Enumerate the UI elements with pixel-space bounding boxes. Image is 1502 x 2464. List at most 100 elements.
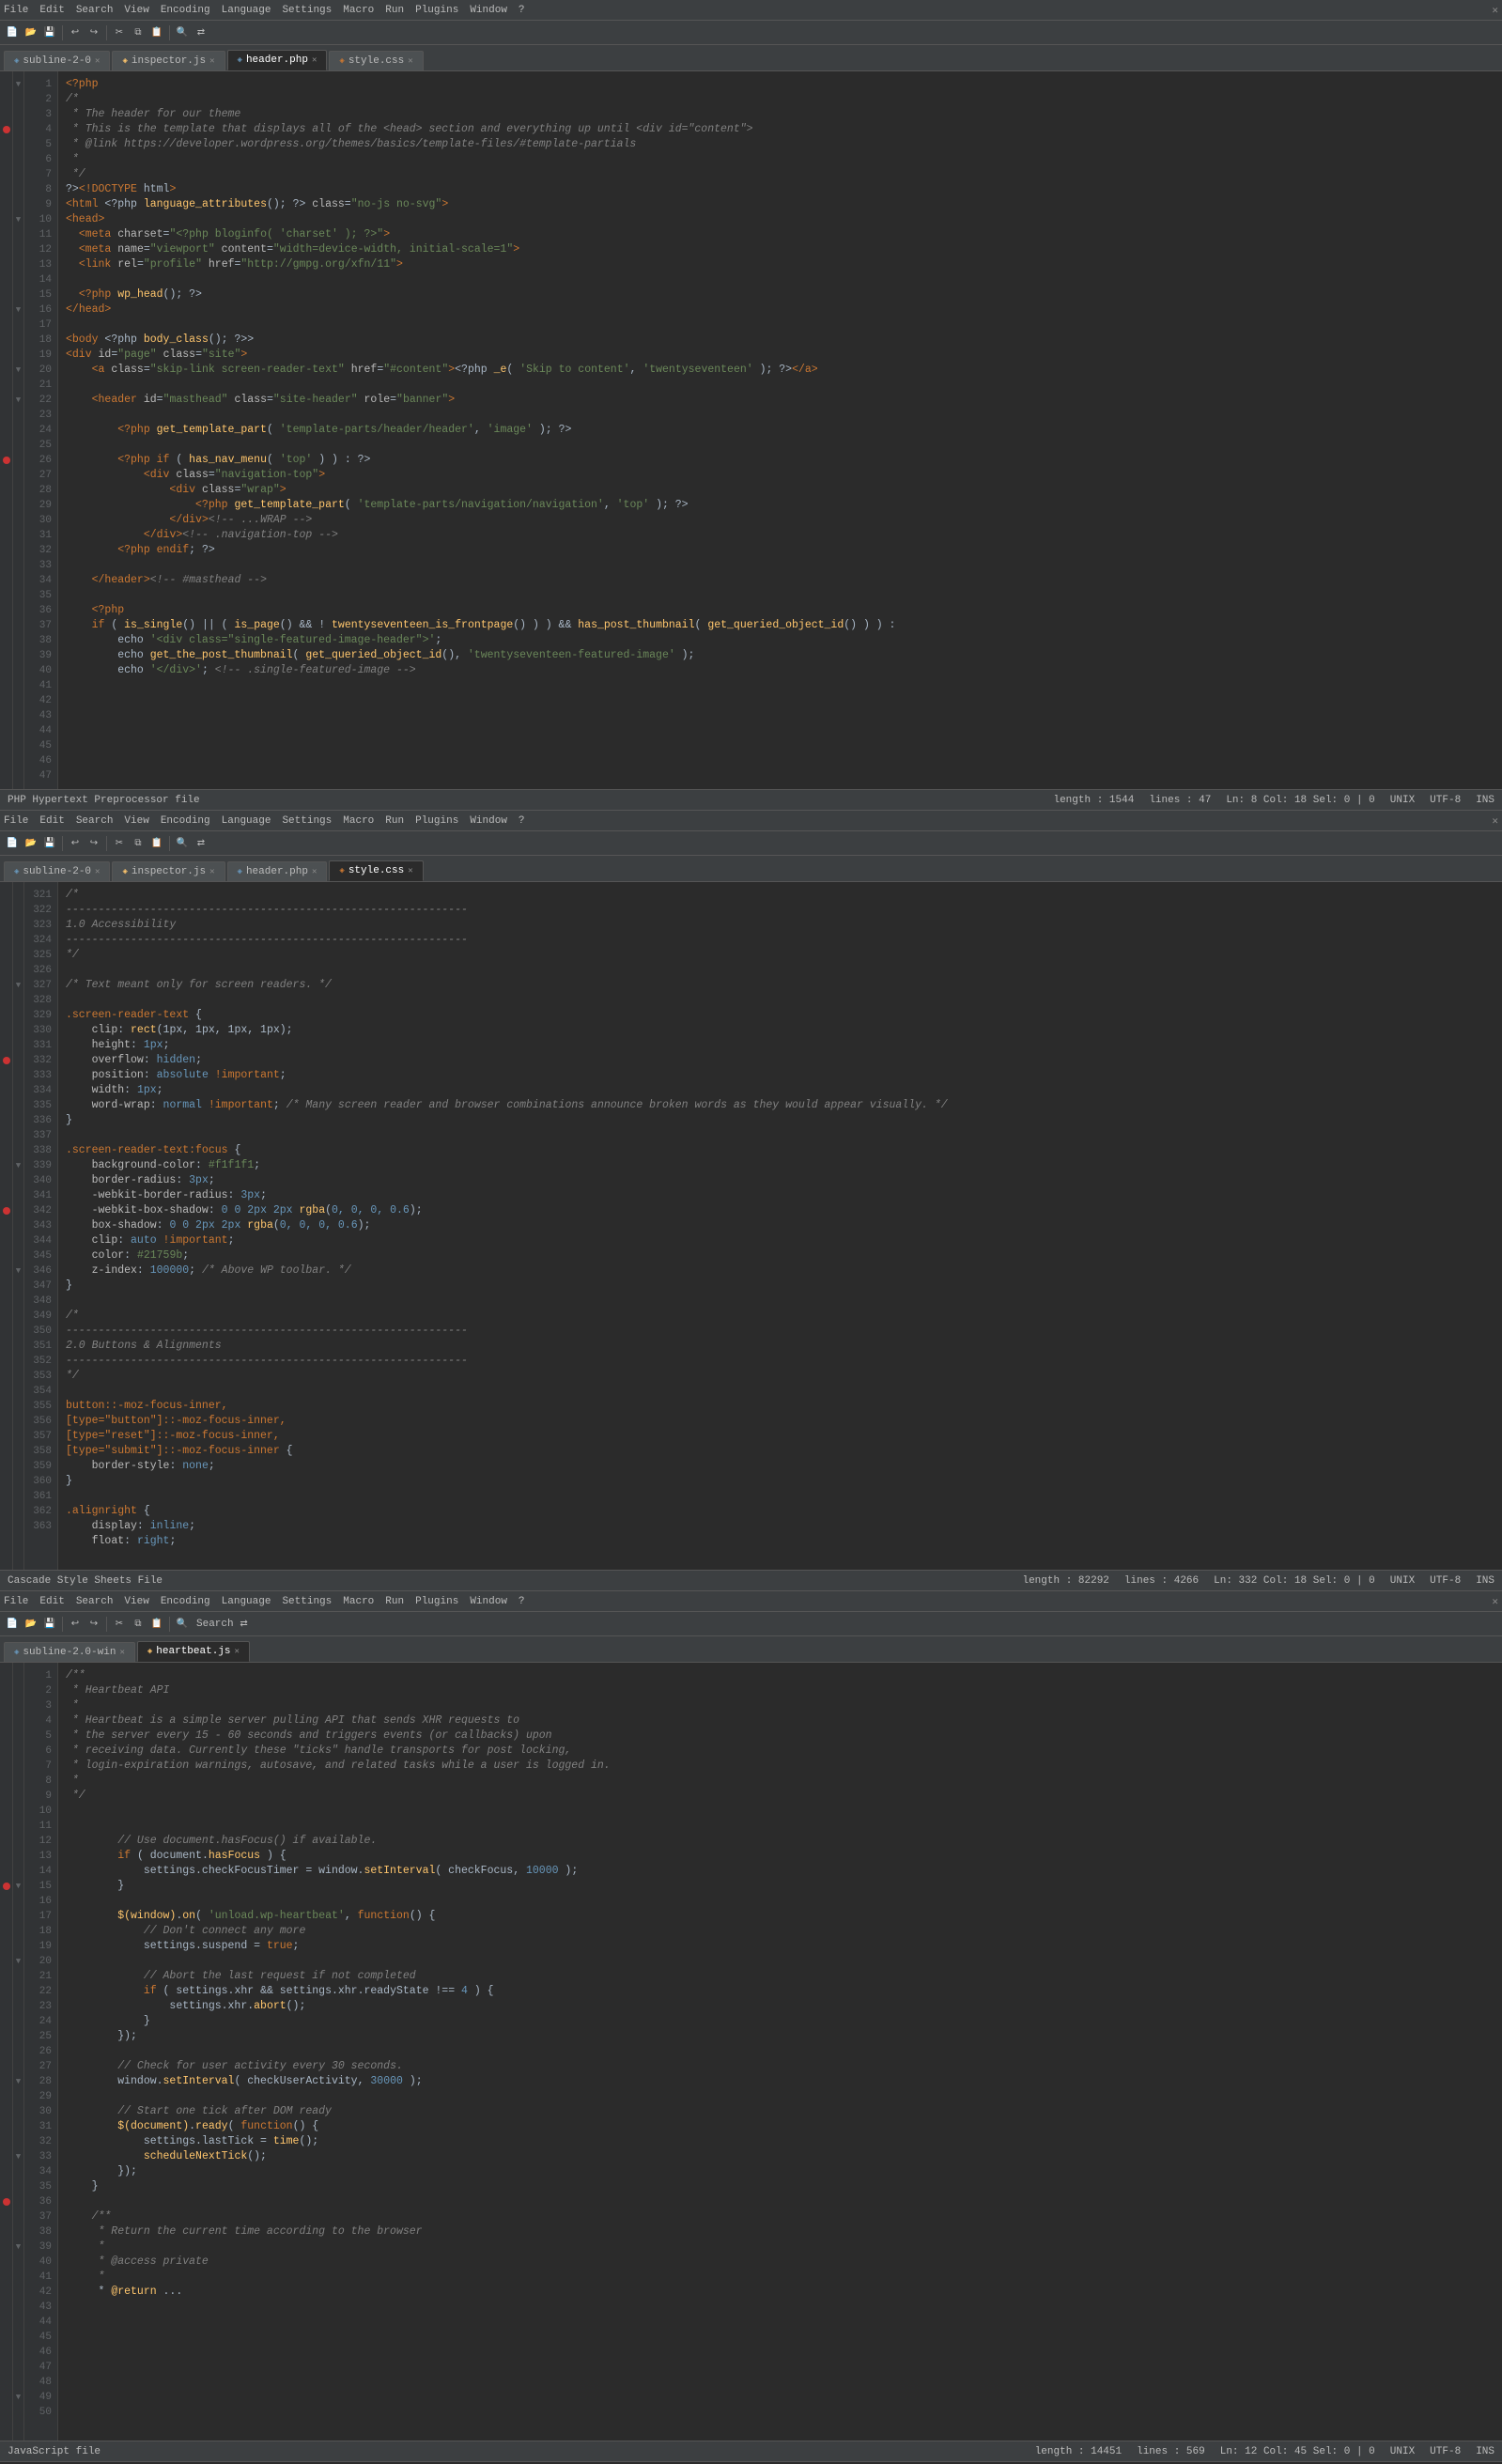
close-panel-1[interactable]: ✕ bbox=[1492, 4, 1498, 17]
menu-view-2[interactable]: View bbox=[124, 815, 148, 827]
encoding-2[interactable]: UTF-8 bbox=[1430, 1575, 1461, 1587]
replace-btn-3[interactable]: ⇄ bbox=[236, 1616, 253, 1633]
menu-plugins-1[interactable]: Plugins bbox=[415, 5, 458, 16]
tab-close-style-2[interactable]: ✕ bbox=[408, 866, 412, 876]
paste-btn-1[interactable]: 📋 bbox=[148, 24, 165, 41]
status-right-3: length : 14451 lines : 569 Ln: 12 Col: 4… bbox=[1035, 2446, 1494, 2457]
undo-btn-1[interactable]: ↩ bbox=[67, 24, 84, 41]
open-btn-3[interactable]: 📂 bbox=[23, 1616, 39, 1633]
menu-search-2[interactable]: Search bbox=[76, 815, 114, 827]
tab-close-inspector-2[interactable]: ✕ bbox=[209, 867, 214, 876]
menu-help-2[interactable]: ? bbox=[519, 815, 525, 827]
menu-settings-3[interactable]: Settings bbox=[282, 1596, 332, 1607]
menu-help-1[interactable]: ? bbox=[519, 5, 525, 16]
menu-file-1[interactable]: File bbox=[4, 5, 28, 16]
copy-btn-1[interactable]: ⧉ bbox=[130, 24, 147, 41]
copy-btn-2[interactable]: ⧉ bbox=[130, 835, 147, 852]
tab-close-subline-2[interactable]: ✕ bbox=[95, 867, 100, 876]
menu-language-3[interactable]: Language bbox=[222, 1596, 271, 1607]
search-btn-3[interactable]: 🔍 bbox=[174, 1616, 191, 1633]
tab-header-php-1[interactable]: ◈ header.php ✕ bbox=[227, 50, 328, 70]
tab-subline-2[interactable]: ◈ subline-2-0 ✕ bbox=[4, 861, 110, 881]
code-content-3[interactable]: /** * Heartbeat API * * Heartbeat is a s… bbox=[58, 1663, 1502, 2441]
menu-run-1[interactable]: Run bbox=[385, 5, 404, 16]
menu-macro-1[interactable]: Macro bbox=[343, 5, 374, 16]
tab-close-subline[interactable]: ✕ bbox=[95, 56, 100, 66]
tab-subline-3[interactable]: ◈ subline-2.0-win ✕ bbox=[4, 1642, 135, 1662]
redo-btn-2[interactable]: ↪ bbox=[85, 835, 102, 852]
cut-btn-1[interactable]: ✂ bbox=[111, 24, 128, 41]
undo-btn-3[interactable]: ↩ bbox=[67, 1616, 84, 1633]
tab-heartbeat-js[interactable]: ◈ heartbeat.js ✕ bbox=[137, 1641, 250, 1662]
tab-close-heartbeat[interactable]: ✕ bbox=[235, 1647, 240, 1656]
tab-header-php-2[interactable]: ◈ header.php ✕ bbox=[227, 861, 328, 881]
close-panel-2[interactable]: ✕ bbox=[1492, 814, 1498, 828]
code-content-2[interactable]: /* -------------------------------------… bbox=[58, 882, 1502, 1570]
encoding-1[interactable]: UTF-8 bbox=[1430, 795, 1461, 806]
sep-7 bbox=[62, 1617, 63, 1632]
menu-encoding-3[interactable]: Encoding bbox=[161, 1596, 210, 1607]
menu-window-1[interactable]: Window bbox=[470, 5, 507, 16]
copy-btn-3[interactable]: ⧉ bbox=[130, 1616, 147, 1633]
menu-settings-1[interactable]: Settings bbox=[282, 5, 332, 16]
save-btn-3[interactable]: 💾 bbox=[41, 1616, 58, 1633]
menu-view-1[interactable]: View bbox=[124, 5, 148, 16]
menu-settings-2[interactable]: Settings bbox=[282, 815, 332, 827]
tab-close-header[interactable]: ✕ bbox=[312, 55, 317, 65]
menu-edit-3[interactable]: Edit bbox=[39, 1596, 64, 1607]
menu-window-3[interactable]: Window bbox=[470, 1596, 507, 1607]
menu-run-3[interactable]: Run bbox=[385, 1596, 404, 1607]
tab-style-css-1[interactable]: ◈ style.css ✕ bbox=[329, 51, 423, 70]
cut-btn-2[interactable]: ✂ bbox=[111, 835, 128, 852]
save-btn-1[interactable]: 💾 bbox=[41, 24, 58, 41]
tab-label-inspector: inspector.js bbox=[132, 55, 206, 67]
redo-btn-1[interactable]: ↪ bbox=[85, 24, 102, 41]
replace-btn-2[interactable]: ⇄ bbox=[193, 835, 209, 852]
menu-file-2[interactable]: File bbox=[4, 815, 28, 827]
replace-btn-1[interactable]: ⇄ bbox=[193, 24, 209, 41]
search-btn-1[interactable]: 🔍 bbox=[174, 24, 191, 41]
code-content-1[interactable]: <?php /* * The header for our theme * Th… bbox=[58, 71, 1502, 789]
menu-file-3[interactable]: File bbox=[4, 1596, 28, 1607]
undo-btn-2[interactable]: ↩ bbox=[67, 835, 84, 852]
tab-close-header-2[interactable]: ✕ bbox=[312, 867, 317, 876]
menu-language-2[interactable]: Language bbox=[222, 815, 271, 827]
save-btn-2[interactable]: 💾 bbox=[41, 835, 58, 852]
encoding-3[interactable]: UTF-8 bbox=[1430, 2446, 1461, 2457]
tab-inspector-2[interactable]: ◈ inspector.js ✕ bbox=[112, 861, 225, 881]
search-btn-2[interactable]: 🔍 bbox=[174, 835, 191, 852]
gutter-fold-1: ▼ ▼ ▼ ▼ ▼ bbox=[13, 71, 24, 789]
menu-edit-1[interactable]: Edit bbox=[39, 5, 64, 16]
tab-subline-1[interactable]: ◈ subline-2-0 ✕ bbox=[4, 51, 110, 70]
new-file-btn-2[interactable]: 📄 bbox=[4, 835, 21, 852]
tab-close-inspector[interactable]: ✕ bbox=[209, 56, 214, 66]
menu-edit-2[interactable]: Edit bbox=[39, 815, 64, 827]
menu-language-1[interactable]: Language bbox=[222, 5, 271, 16]
cut-btn-3[interactable]: ✂ bbox=[111, 1616, 128, 1633]
redo-btn-3[interactable]: ↪ bbox=[85, 1616, 102, 1633]
menu-encoding-1[interactable]: Encoding bbox=[161, 5, 210, 16]
menu-plugins-2[interactable]: Plugins bbox=[415, 815, 458, 827]
sep-9 bbox=[169, 1617, 170, 1632]
new-file-btn-1[interactable]: 📄 bbox=[4, 24, 21, 41]
tab-close-style[interactable]: ✕ bbox=[408, 56, 412, 66]
tab-close-subline-3[interactable]: ✕ bbox=[119, 1648, 124, 1657]
menu-search-1[interactable]: Search bbox=[76, 5, 114, 16]
menu-search-3[interactable]: Search bbox=[76, 1596, 114, 1607]
tab-style-css-2[interactable]: ◈ style.css ✕ bbox=[329, 860, 423, 881]
menu-window-2[interactable]: Window bbox=[470, 815, 507, 827]
paste-btn-3[interactable]: 📋 bbox=[148, 1616, 165, 1633]
menu-macro-2[interactable]: Macro bbox=[343, 815, 374, 827]
menu-macro-3[interactable]: Macro bbox=[343, 1596, 374, 1607]
menu-help-3[interactable]: ? bbox=[519, 1596, 525, 1607]
close-panel-3[interactable]: ✕ bbox=[1492, 1595, 1498, 1608]
new-file-btn-3[interactable]: 📄 bbox=[4, 1616, 21, 1633]
menu-plugins-3[interactable]: Plugins bbox=[415, 1596, 458, 1607]
menu-run-2[interactable]: Run bbox=[385, 815, 404, 827]
menu-encoding-2[interactable]: Encoding bbox=[161, 815, 210, 827]
tab-inspector-1[interactable]: ◈ inspector.js ✕ bbox=[112, 51, 225, 70]
paste-btn-2[interactable]: 📋 bbox=[148, 835, 165, 852]
open-btn-2[interactable]: 📂 bbox=[23, 835, 39, 852]
open-btn-1[interactable]: 📂 bbox=[23, 24, 39, 41]
menu-view-3[interactable]: View bbox=[124, 1596, 148, 1607]
